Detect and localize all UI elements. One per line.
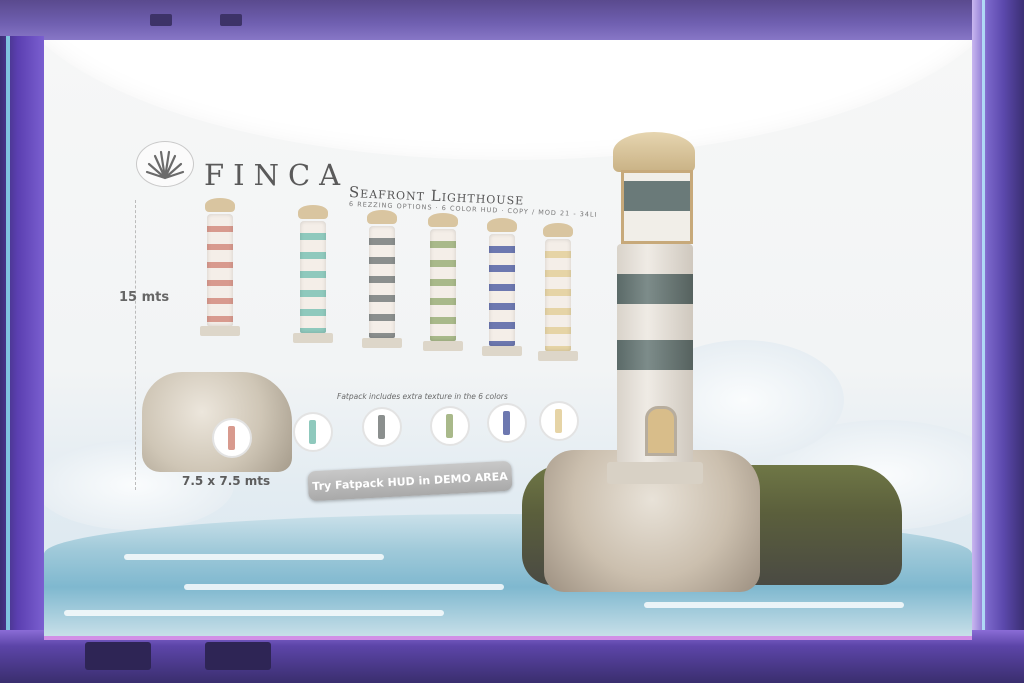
lighthouse-roof — [367, 210, 397, 224]
lighthouse-base — [362, 338, 402, 348]
lighthouse-model[interactable] — [607, 132, 703, 484]
lighthouse-band — [624, 181, 690, 211]
wave-foam — [184, 584, 504, 590]
lighthouse-variant-gray[interactable] — [362, 210, 402, 348]
lighthouse-stripe — [617, 340, 693, 370]
lighthouse-base — [482, 346, 522, 356]
lighthouse-base — [293, 333, 333, 343]
lighthouse-tower — [300, 221, 326, 333]
lighthouse-roof — [205, 198, 235, 212]
height-dimension-line — [135, 200, 136, 490]
lighthouse-tower — [489, 234, 515, 346]
lighthouse-roof — [428, 213, 458, 227]
lighthouse-roof — [298, 205, 328, 219]
frame-bolt — [220, 14, 242, 26]
lighthouse-icon — [228, 426, 235, 450]
lighthouse-variant-blue[interactable] — [482, 218, 522, 356]
frame-bolt — [85, 642, 151, 670]
lighthouse-variant-green[interactable] — [423, 213, 463, 351]
frame-bolt — [150, 14, 172, 26]
lighthouse-tower — [430, 229, 456, 341]
lighthouse-variant-teal[interactable] — [293, 205, 333, 343]
lighthouse-base — [538, 351, 578, 361]
lighthouse-icon — [503, 411, 510, 435]
lighthouse-icon — [446, 414, 453, 438]
rock-base — [142, 372, 292, 472]
texture-swatch[interactable] — [212, 418, 252, 458]
wave-foam — [64, 610, 444, 616]
lighthouse-tower — [545, 239, 571, 351]
lighthouse-tower — [617, 244, 693, 464]
lighthouse-base — [423, 341, 463, 351]
frame-right-rail — [972, 0, 1024, 683]
frame-edge-highlight — [982, 0, 985, 683]
lighthouse-door — [645, 406, 677, 456]
lighthouse-lantern — [621, 170, 693, 244]
texture-swatch[interactable] — [293, 412, 333, 452]
footprint-label: 7.5 x 7.5 mts — [182, 474, 271, 488]
frame-left-rail — [0, 36, 44, 656]
texture-swatch[interactable] — [539, 401, 579, 441]
frame-top-rail — [0, 0, 1024, 42]
lighthouse-base — [607, 462, 703, 484]
lighthouse-roof — [487, 218, 517, 232]
wave-foam — [124, 554, 384, 560]
lighthouse-tower — [207, 214, 233, 326]
brand-name: FINCA — [204, 158, 350, 192]
texture-swatch[interactable] — [430, 406, 470, 446]
logo-icon — [136, 141, 194, 187]
frame-bolt — [205, 642, 271, 670]
lighthouse-icon — [555, 409, 562, 433]
lighthouse-base — [200, 326, 240, 336]
texture-swatch[interactable] — [362, 407, 402, 447]
lighthouse-roof — [543, 223, 573, 237]
frame-edge-highlight — [6, 36, 10, 656]
lighthouse-icon — [309, 420, 316, 444]
lighthouse-variant-pink[interactable] — [200, 198, 240, 336]
lighthouse-stripe — [617, 274, 693, 304]
product-display-panel[interactable]: FINCA Seafront Lighthouse 6 REZZING OPTI… — [44, 40, 972, 640]
fatpack-note: Fatpack includes extra texture in the 6 … — [337, 392, 508, 401]
height-label: 15 mts — [119, 290, 170, 305]
vendor-board-frame: FINCA Seafront Lighthouse 6 REZZING OPTI… — [0, 0, 1024, 683]
lighthouse-tower — [369, 226, 395, 338]
lighthouse-roof — [613, 132, 695, 172]
lighthouse-icon — [378, 415, 385, 439]
demo-area-button[interactable]: Try Fatpack HUD in DEMO AREA — [307, 460, 513, 502]
wave-foam — [644, 602, 904, 608]
texture-swatch[interactable] — [487, 403, 527, 443]
lighthouse-variant-cream[interactable] — [538, 223, 578, 361]
